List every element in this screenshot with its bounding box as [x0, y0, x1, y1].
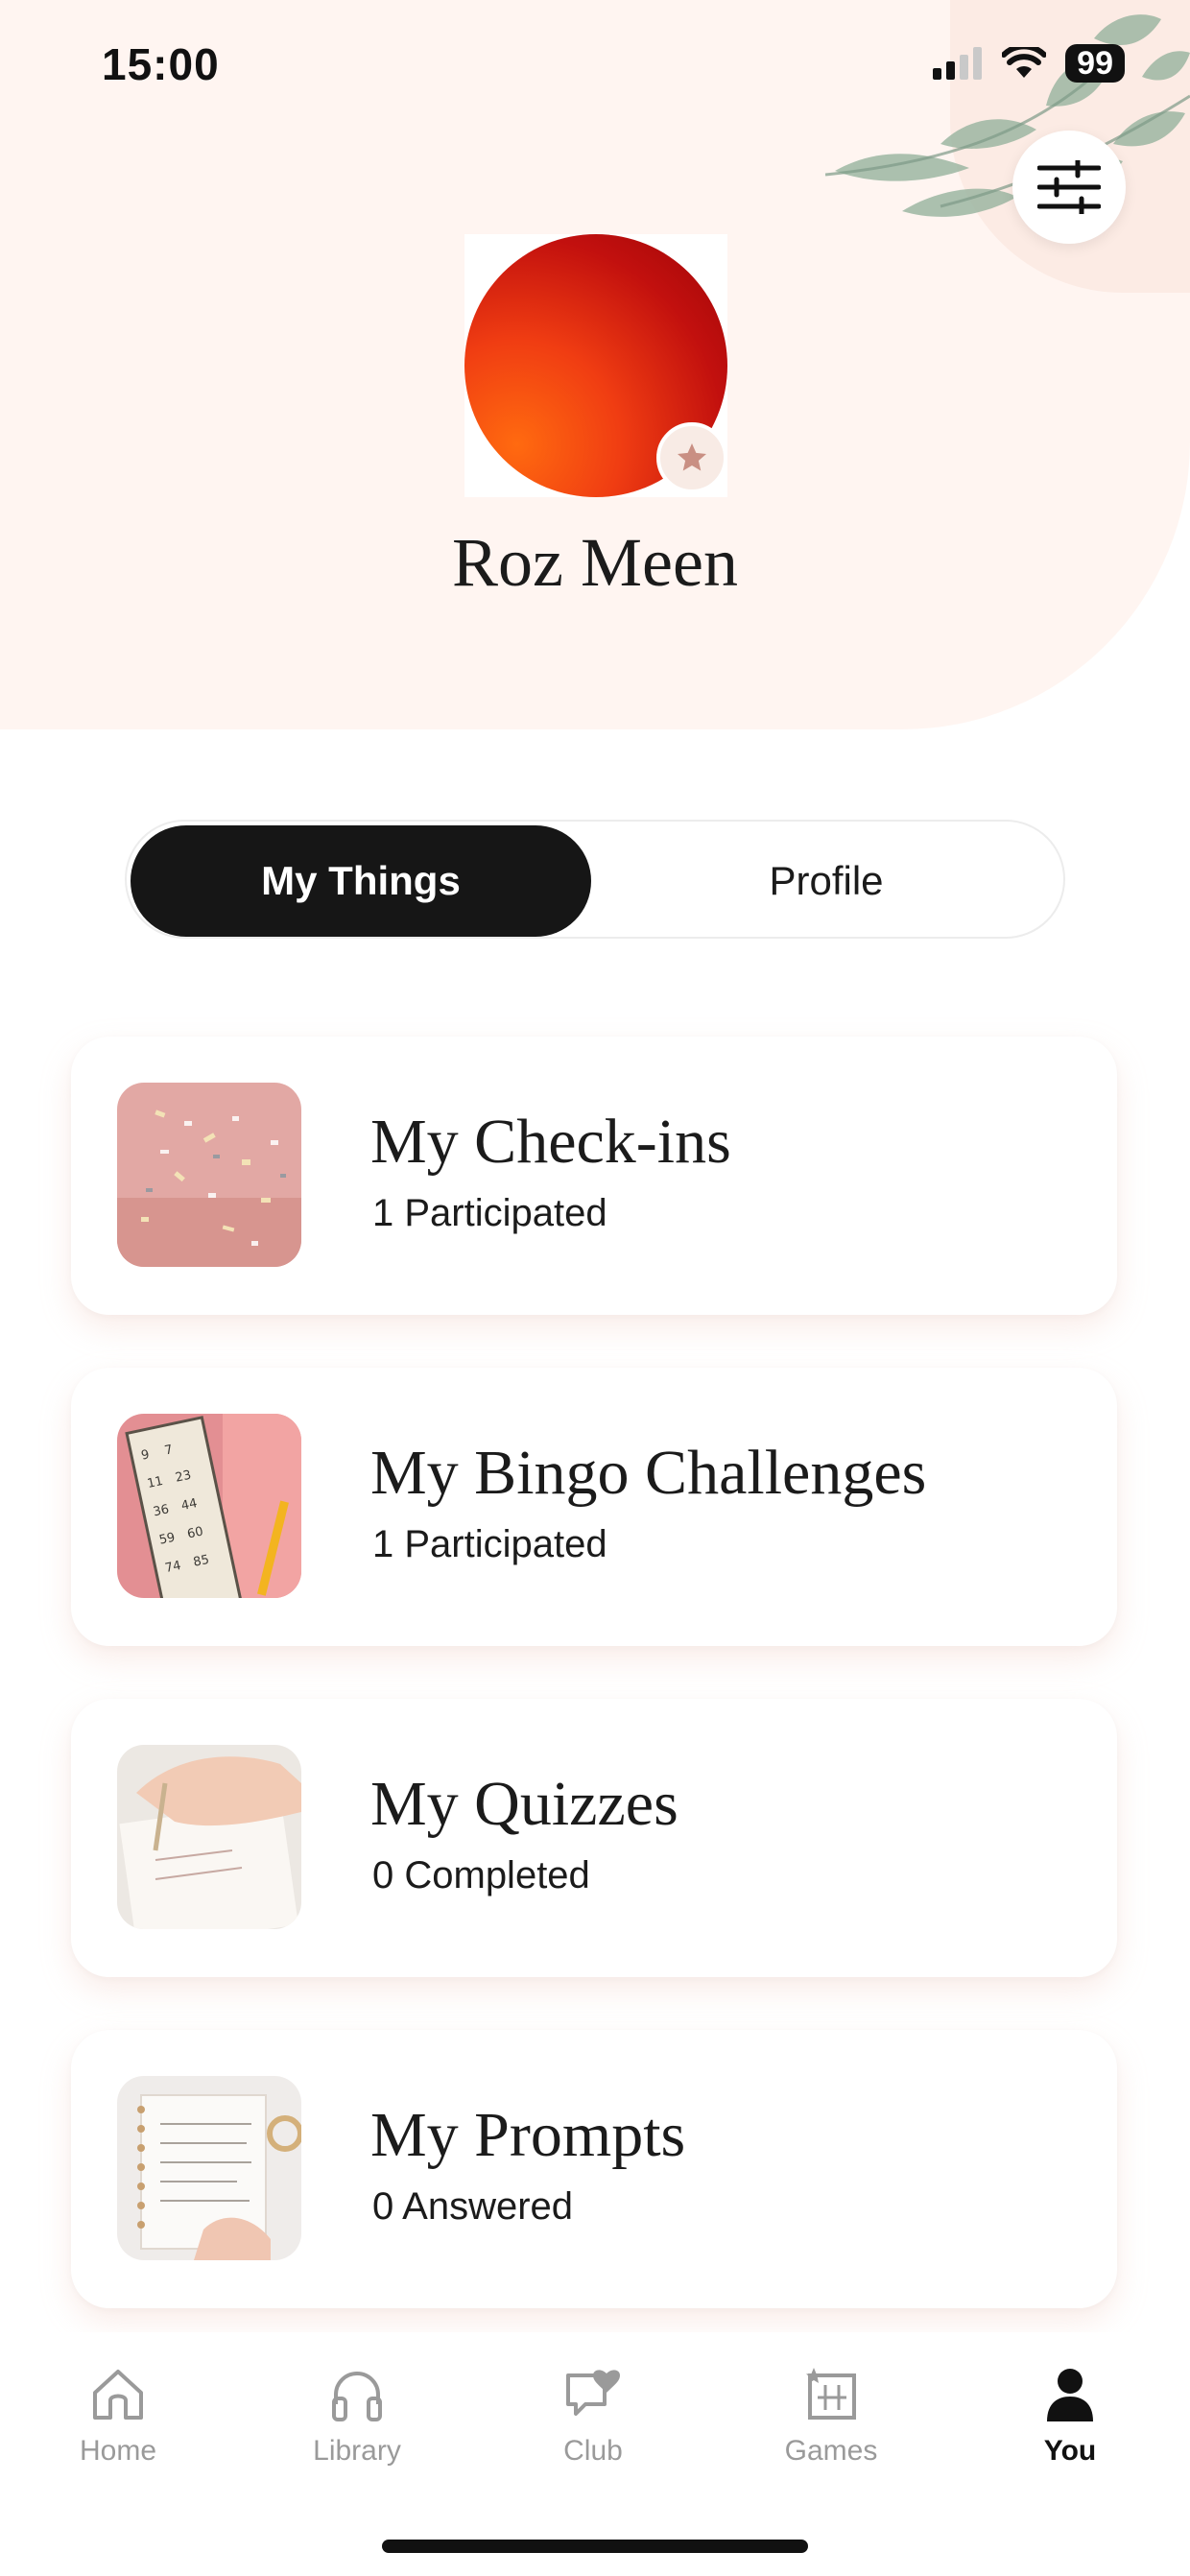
card-title: My Bingo Challenges	[370, 1438, 927, 1508]
home-icon	[93, 2370, 143, 2420]
headphones-icon	[332, 2372, 382, 2421]
settings-button[interactable]	[1012, 131, 1126, 244]
nav-you[interactable]: You	[984, 2366, 1156, 2468]
tab-my-things[interactable]: My Things	[131, 825, 591, 937]
games-icon	[806, 2368, 856, 2420]
card-title: My Quizzes	[370, 1769, 678, 1839]
card-title: My Check-ins	[370, 1107, 731, 1177]
chat-heart-icon	[566, 2370, 620, 2416]
confetti-thumbnail	[117, 1083, 301, 1267]
card-my-prompts[interactable]: My Prompts 0 Answered	[71, 2030, 1117, 2308]
card-my-check-ins[interactable]: My Check-ins 1 Participated	[71, 1037, 1117, 1315]
journal-prompts-thumbnail	[117, 2076, 301, 2260]
eucalyptus-leaves-decor	[825, 14, 1190, 217]
nav-label: Library	[313, 2435, 401, 2467]
user-name: Roz Meen	[452, 524, 738, 601]
star-icon	[678, 443, 706, 471]
person-icon	[1047, 2369, 1093, 2421]
battery-indicator: 99	[1065, 44, 1125, 83]
card-my-quizzes[interactable]: My Quizzes 0 Completed	[71, 1699, 1117, 1977]
nav-label: Games	[784, 2435, 878, 2467]
card-subtitle: 0 Answered	[372, 2185, 574, 2228]
status-time: 15:00	[102, 39, 220, 89]
sliders-icon	[1037, 160, 1101, 214]
nav-label: Club	[563, 2435, 623, 2467]
nav-games[interactable]: Games	[745, 2366, 917, 2468]
avatar-badge	[656, 422, 727, 493]
card-title: My Prompts	[370, 2100, 686, 2170]
nav-club[interactable]: Club	[507, 2366, 679, 2468]
tab-profile[interactable]: Profile	[591, 825, 1061, 937]
card-my-bingo-challenges[interactable]: 97 11 23 36 44 59 60 74 85 My Bingo Challeng…	[71, 1368, 1117, 1646]
bingo-card-thumbnail: 97 11 23 36 44 59 60 74 85	[117, 1414, 301, 1598]
avatar-container[interactable]	[464, 234, 727, 497]
card-subtitle: 1 Participated	[372, 1192, 607, 1234]
wifi-icon	[1002, 47, 1047, 78]
card-subtitle: 1 Participated	[372, 1523, 607, 1565]
nav-library[interactable]: Library	[271, 2366, 443, 2468]
writing-notebook-thumbnail	[117, 1745, 301, 1929]
cellular-signal-icon	[933, 47, 983, 80]
segmented-control: My Things Profile	[125, 820, 1065, 939]
home-indicator	[382, 2540, 808, 2553]
card-subtitle: 0 Completed	[372, 1854, 590, 1896]
nav-label: You	[1043, 2435, 1097, 2467]
nav-label: Home	[79, 2435, 157, 2467]
nav-home[interactable]: Home	[32, 2366, 204, 2468]
status-icons: 99	[933, 44, 1125, 83]
